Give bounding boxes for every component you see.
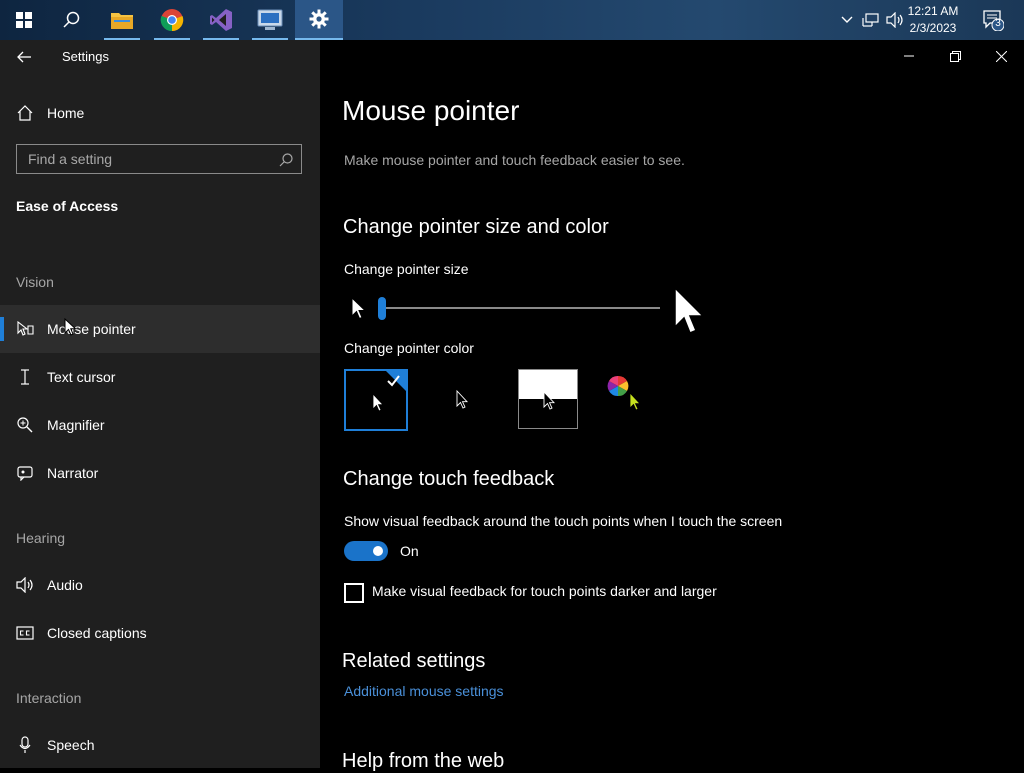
speaker-icon <box>16 576 34 594</box>
slider-thumb[interactable] <box>378 297 386 320</box>
restore-button[interactable] <box>932 40 978 72</box>
darker-feedback-checkbox[interactable] <box>344 583 364 603</box>
sidebar-item-label: Audio <box>47 577 83 593</box>
help-heading: Help from the web <box>342 750 505 772</box>
color-wheel-icon <box>607 375 629 397</box>
sidebar-item-magnifier[interactable]: Magnifier <box>0 401 320 449</box>
settings-main-pane: Mouse pointer Make mouse pointer and tou… <box>320 40 1024 772</box>
sidebar-item-narrator[interactable]: Narrator <box>0 449 320 497</box>
search-icon <box>63 11 80 28</box>
section-heading-vision: Vision <box>16 274 54 290</box>
large-pointer-icon <box>674 286 705 334</box>
narrator-icon <box>16 464 34 482</box>
chrome-icon <box>160 9 184 32</box>
additional-mouse-settings-link[interactable]: Additional mouse settings <box>344 683 504 699</box>
restore-icon <box>949 50 961 62</box>
sidebar-item-home[interactable]: Home <box>0 89 320 137</box>
pointer-color-black[interactable] <box>432 369 494 431</box>
start-button[interactable] <box>0 0 48 40</box>
sidebar-item-mouse-pointer[interactable]: Mouse pointer <box>0 305 320 353</box>
remote-desktop-icon <box>257 9 283 30</box>
sidebar-item-label: Mouse pointer <box>47 321 136 337</box>
search-input[interactable]: Find a setting <box>16 144 302 174</box>
small-pointer-icon <box>351 296 366 320</box>
taskbar-app-remote-desktop[interactable] <box>246 0 294 40</box>
minimize-button[interactable] <box>886 40 932 72</box>
sidebar-item-closed-captions[interactable]: Closed captions <box>0 609 320 657</box>
pointer-size-slider[interactable] <box>378 297 660 321</box>
search-icon <box>279 153 293 167</box>
touch-feedback-label: Show visual feedback around the touch po… <box>344 513 783 529</box>
toggle-state-label: On <box>400 543 419 559</box>
back-arrow-icon <box>17 51 31 63</box>
closed-captions-icon <box>16 624 34 642</box>
mouse-cursor-icon <box>64 318 77 336</box>
clock-time: 12:21 AM <box>907 4 959 18</box>
taskbar-app-chrome[interactable] <box>148 0 196 40</box>
pointer-color-custom[interactable] <box>600 369 662 431</box>
sidebar-item-audio[interactable]: Audio <box>0 561 320 609</box>
chevron-up-icon <box>841 16 853 23</box>
clock-date: 2/3/2023 <box>909 21 957 35</box>
touch-feedback-heading: Change touch feedback <box>343 468 555 490</box>
taskbar-app-file-explorer[interactable] <box>98 0 146 40</box>
windows-icon <box>16 12 32 28</box>
sidebar-item-label: Speech <box>47 737 95 753</box>
sidebar-item-text-cursor[interactable]: Text cursor <box>0 353 320 401</box>
gear-icon <box>309 9 329 29</box>
pointer-color-white[interactable] <box>344 369 408 431</box>
slider-track <box>378 307 660 309</box>
pointer-color-label: Change pointer color <box>344 340 474 356</box>
sidebar-item-speech[interactable]: Speech <box>0 721 320 769</box>
pointer-size-label: Change pointer size <box>344 261 469 277</box>
window-title: Settings <box>62 49 109 64</box>
tray-chevron-button[interactable] <box>836 0 858 40</box>
back-button[interactable] <box>10 46 38 68</box>
settings-sidebar: Settings Home Find a setting Ease of Acc… <box>0 40 320 768</box>
darker-feedback-label[interactable]: Make visual feedback for touch points da… <box>372 583 717 599</box>
sidebar-item-label: Text cursor <box>47 369 116 385</box>
search-placeholder: Find a setting <box>28 151 113 167</box>
mouse-pointer-icon <box>16 320 34 338</box>
taskbar-clock[interactable]: 12:21 AM 2/3/2023 <box>902 3 964 37</box>
page-description: Make mouse pointer and touch feedback ea… <box>344 152 685 168</box>
network-button[interactable] <box>858 0 884 40</box>
action-center-button[interactable]: 3 <box>978 0 1008 40</box>
sidebar-item-label: Home <box>47 105 85 121</box>
home-icon <box>16 104 34 122</box>
folder-icon <box>111 13 133 29</box>
size-color-heading: Change pointer size and color <box>343 216 609 238</box>
taskbar-app-visual-studio[interactable] <box>197 0 245 40</box>
magnifier-icon <box>16 416 34 434</box>
microphone-icon <box>16 736 34 754</box>
taskbar-app-settings[interactable] <box>295 0 343 40</box>
visual-studio-icon <box>210 9 232 31</box>
minimize-icon <box>904 55 914 57</box>
sidebar-item-label: Magnifier <box>47 417 105 433</box>
related-settings-heading: Related settings <box>342 650 486 672</box>
section-heading-hearing: Hearing <box>16 530 66 546</box>
notification-count-badge: 3 <box>995 18 1001 29</box>
sidebar-item-label: Closed captions <box>47 625 147 641</box>
text-cursor-icon <box>16 368 34 386</box>
taskbar: 12:21 AM 2/3/2023 3 <box>0 0 1024 40</box>
touch-feedback-toggle[interactable] <box>344 541 388 561</box>
page-title: Mouse pointer <box>342 95 520 126</box>
close-icon <box>995 50 1007 62</box>
network-icon <box>862 13 879 27</box>
section-heading-interaction: Interaction <box>16 690 82 706</box>
pointer-color-inverted[interactable] <box>518 369 578 429</box>
close-button[interactable] <box>978 40 1024 72</box>
category-heading: Ease of Access <box>16 198 119 214</box>
toggle-knob <box>373 546 383 556</box>
sidebar-item-label: Narrator <box>47 465 99 481</box>
search-button[interactable] <box>48 0 96 40</box>
